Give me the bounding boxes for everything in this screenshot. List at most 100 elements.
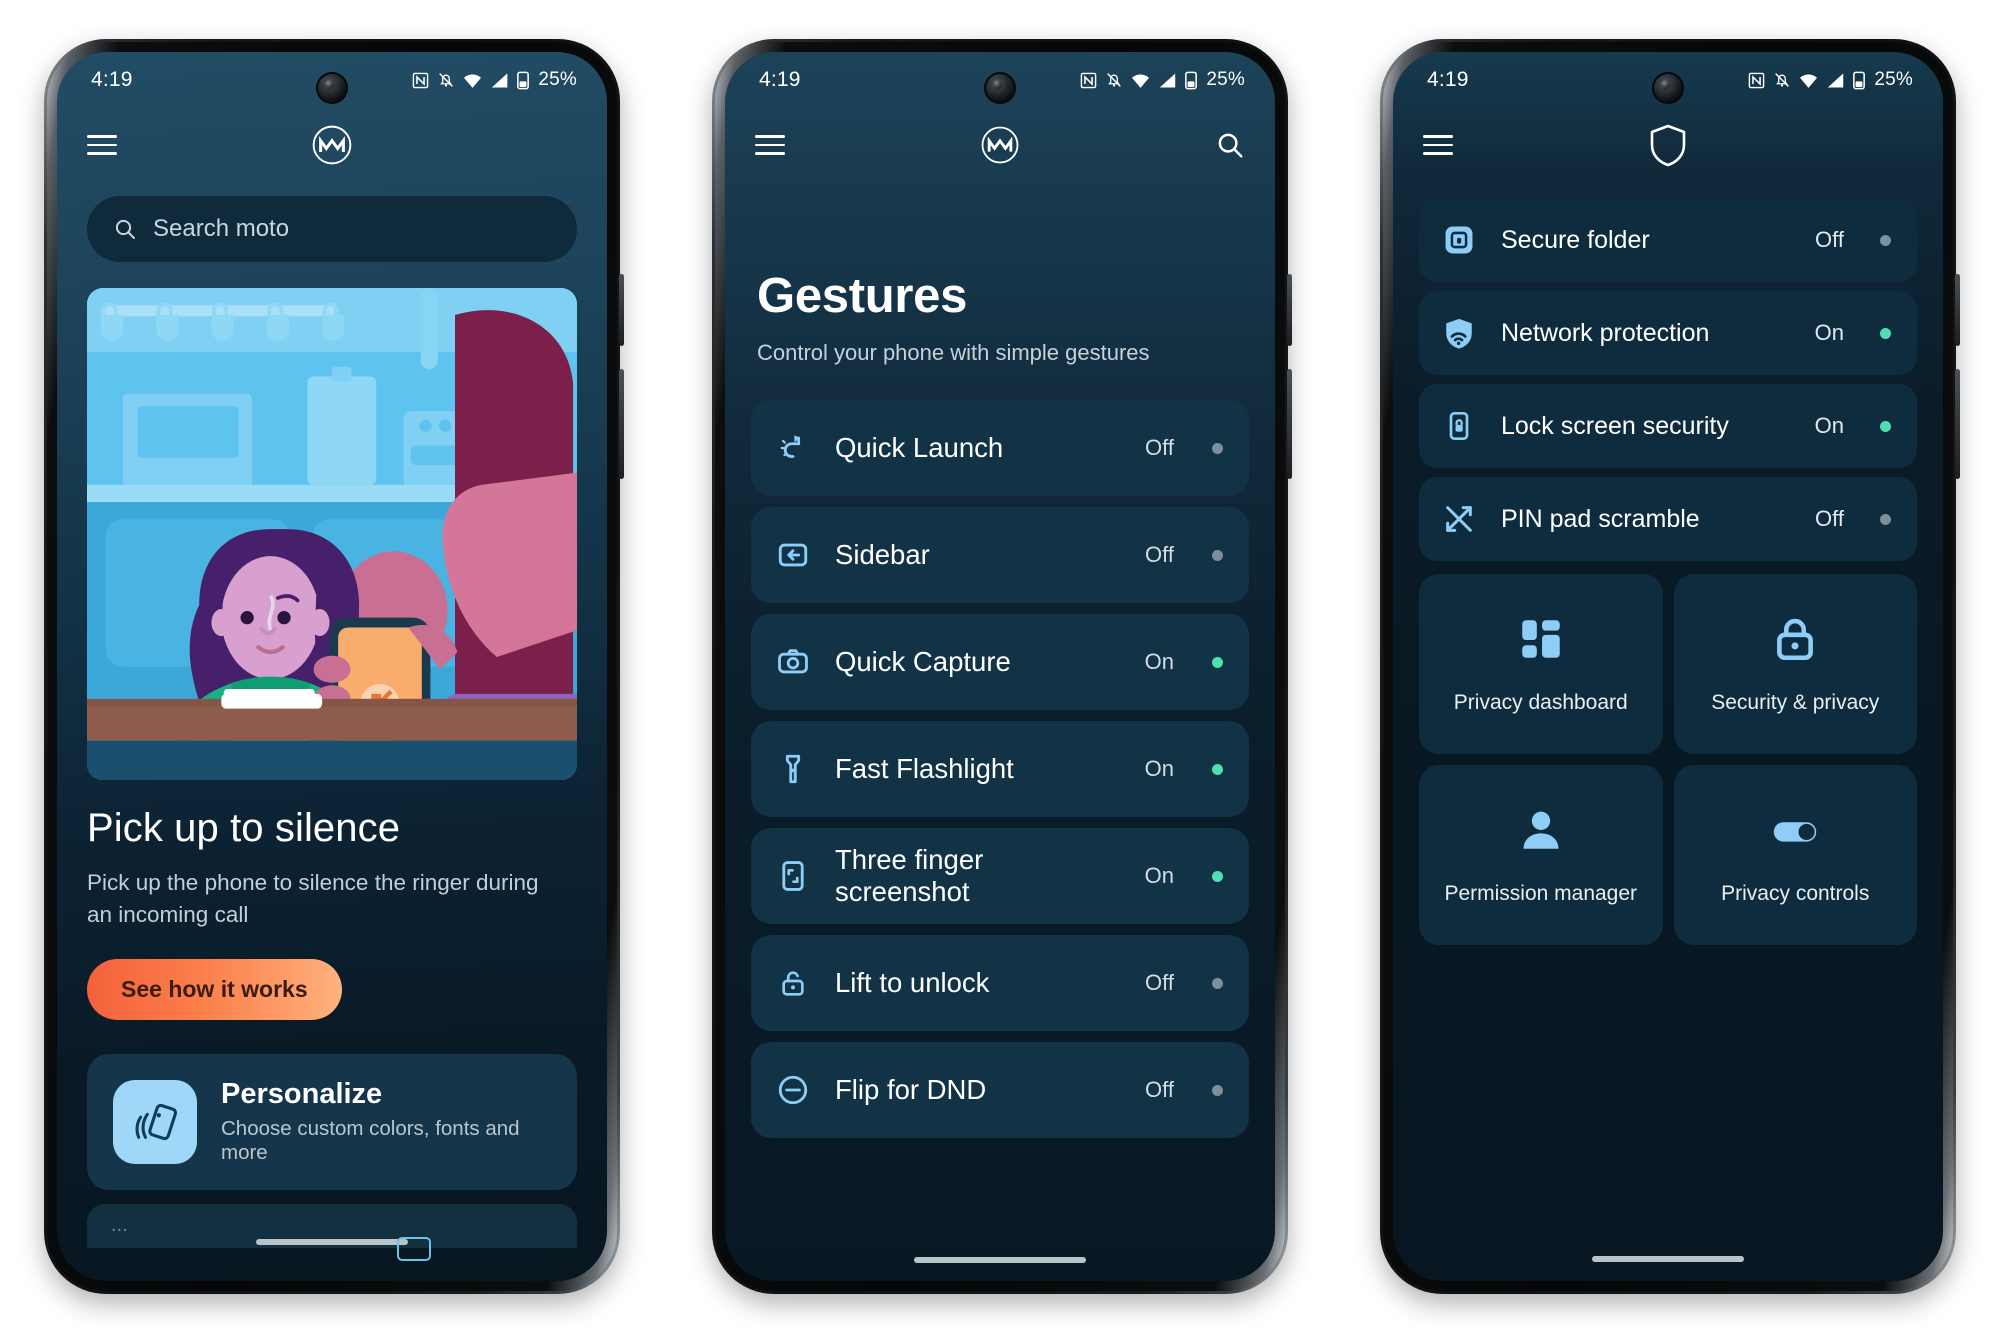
dashboard-grid-icon: [1516, 614, 1566, 669]
search-input[interactable]: Search moto: [87, 196, 577, 262]
lock-screen-icon: [1439, 410, 1479, 442]
menu-icon[interactable]: [755, 135, 785, 155]
page-subtitle: Control your phone with simple gestures: [757, 340, 1150, 365]
nfc-icon: [1749, 72, 1765, 88]
gesture-label: Lift to unlock: [835, 966, 990, 998]
phone-screen: 4:19: [725, 52, 1275, 1281]
security-label: Secure folder: [1501, 225, 1650, 254]
volume-button[interactable]: [619, 369, 624, 479]
state-dot: [1212, 977, 1223, 989]
notifications-muted-icon: [439, 73, 454, 87]
personalize-card[interactable]: Personalize Choose custom colors, fonts …: [87, 1053, 577, 1190]
battery-icon: [1185, 71, 1198, 89]
home-indicator[interactable]: [914, 1257, 1086, 1263]
signal-icon: [492, 73, 508, 87]
gesture-state: On: [1144, 649, 1174, 674]
wifi-icon: [464, 73, 482, 88]
status-time: 4:19: [1427, 68, 1469, 91]
see-how-it-works-button[interactable]: See how it works: [87, 958, 342, 1020]
home-indicator[interactable]: [1592, 1256, 1744, 1262]
gesture-row-sidebar[interactable]: Sidebar Off: [751, 507, 1249, 603]
power-button[interactable]: [619, 274, 624, 346]
security-list: Secure folder Off Network protection On …: [1419, 198, 1917, 561]
gesture-row-lift-to-unlock[interactable]: Lift to unlock Off: [751, 935, 1249, 1031]
tile-permission-manager[interactable]: Permission manager: [1419, 765, 1663, 945]
tile-privacy-dashboard[interactable]: Privacy dashboard: [1419, 574, 1663, 754]
security-label: PIN pad scramble: [1501, 504, 1700, 533]
gesture-label: Flip for DND: [835, 1073, 987, 1105]
phone-screen: 4:19: [57, 52, 607, 1281]
front-camera: [318, 74, 346, 102]
security-state: On: [1814, 320, 1844, 345]
state-dot: [1212, 1084, 1223, 1096]
personalize-text: Personalize Choose custom colors, fonts …: [221, 1078, 551, 1165]
state-dot: [1880, 234, 1891, 246]
battery-icon: [517, 71, 530, 89]
volume-button[interactable]: [1287, 369, 1292, 479]
padlock-icon: [1770, 614, 1820, 669]
battery-percent: 25%: [1206, 69, 1245, 90]
hero-title: Pick up to silence: [87, 806, 401, 850]
logo-slot: [143, 124, 521, 166]
security-row-network-protection[interactable]: Network protection On: [1419, 291, 1917, 375]
hero-illustration: [87, 288, 577, 780]
search-placeholder: Search moto: [153, 215, 290, 242]
search-icon[interactable]: [1215, 130, 1245, 160]
state-dot: [1212, 442, 1223, 454]
gesture-row-fast-flashlight[interactable]: Fast Flashlight On: [751, 721, 1249, 817]
battery-icon: [1853, 71, 1866, 89]
gesture-row-three-finger-screenshot[interactable]: Three finger screenshot On: [751, 828, 1249, 924]
signal-icon: [1828, 73, 1844, 87]
state-dot: [1880, 513, 1891, 525]
sidebar-icon: [773, 538, 813, 572]
network-protection-icon: [1439, 316, 1479, 350]
quick-launch-icon: [773, 431, 813, 465]
shield-icon: [1650, 124, 1686, 167]
security-label: Network protection: [1501, 318, 1710, 347]
phone-screen: 4:19: [1393, 52, 1943, 1281]
power-button[interactable]: [1955, 274, 1960, 346]
hero-description: Pick up the phone to silence the ringer …: [87, 870, 539, 927]
gesture-row-quick-launch[interactable]: Quick Launch Off: [751, 400, 1249, 496]
menu-slot: [755, 135, 811, 155]
gesture-state: Off: [1145, 435, 1174, 460]
battery-percent: 25%: [538, 69, 577, 90]
menu-icon[interactable]: [87, 135, 117, 155]
tile-security-privacy[interactable]: Security & privacy: [1673, 574, 1917, 754]
shuffle-icon: [1439, 502, 1479, 536]
flashlight-icon: [773, 752, 813, 786]
security-label: Lock screen security: [1501, 411, 1729, 440]
gesture-state: Off: [1145, 1077, 1174, 1102]
tile-label: Privacy dashboard: [1453, 690, 1628, 714]
security-row-pin-pad-scramble[interactable]: PIN pad scramble Off: [1419, 477, 1917, 561]
gesture-row-quick-capture[interactable]: Quick Capture On: [751, 614, 1249, 710]
security-row-lock-screen-security[interactable]: Lock screen security On: [1419, 384, 1917, 468]
security-row-secure-folder[interactable]: Secure folder Off: [1419, 198, 1917, 282]
phone-2-gestures: 4:19 25% Gestures Control your phone wit…: [712, 39, 1292, 1294]
state-dot: [1212, 870, 1223, 882]
wifi-icon: [1132, 73, 1150, 88]
menu-icon[interactable]: [1423, 135, 1453, 155]
state-dot: [1880, 420, 1891, 432]
gesture-state: Off: [1145, 970, 1174, 995]
volume-button[interactable]: [1955, 369, 1960, 479]
do-not-disturb-icon: [773, 1073, 813, 1107]
status-icons: 25%: [1080, 69, 1245, 91]
state-dot: [1212, 549, 1223, 561]
gesture-state: Off: [1145, 542, 1174, 567]
logo-slot: [811, 125, 1189, 165]
tile-privacy-controls[interactable]: Privacy controls: [1673, 765, 1917, 945]
recents-hint-icon: [397, 1237, 431, 1261]
cafe-scene-svg: [87, 288, 577, 780]
three-phone-showcase: 4:19 25% Search moto Pick up to silence …: [0, 0, 2000, 1333]
home-indicator[interactable]: [256, 1239, 408, 1245]
gesture-row-flip-for-dnd[interactable]: Flip for DND Off: [751, 1042, 1249, 1138]
power-button[interactable]: [1287, 274, 1292, 346]
status-icons: 25%: [1748, 69, 1913, 91]
gesture-state: On: [1144, 863, 1174, 888]
notifications-muted-icon: [1107, 73, 1122, 87]
wifi-icon: [1800, 73, 1818, 88]
secure-folder-icon: [1439, 223, 1479, 257]
front-camera: [986, 74, 1014, 102]
page-title: Gestures: [757, 269, 968, 323]
